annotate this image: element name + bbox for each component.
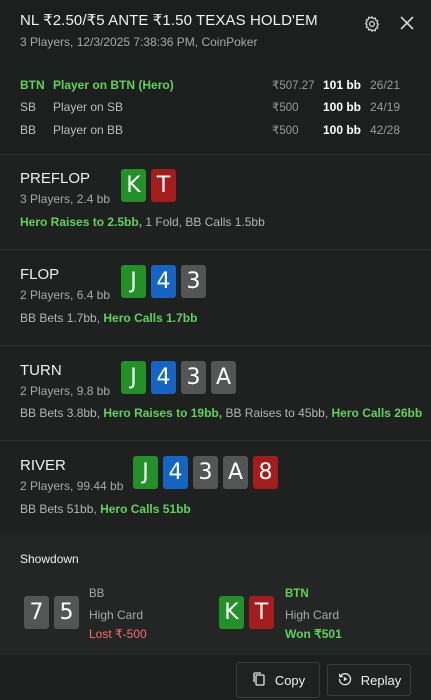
street-name: RIVER	[20, 457, 66, 474]
hero-action: Hero Calls 26bb	[331, 406, 423, 420]
hand-header: NL ₹2.50/₹5 ANTE ₹1.50 TEXAS HOLD'EM 3 P…	[0, 0, 431, 62]
card: 7	[24, 596, 49, 629]
card: 3	[193, 456, 218, 489]
player-stack-bb: 100 bb	[323, 123, 362, 137]
action-text: BB Bets 51bb,	[20, 502, 101, 516]
card: J	[121, 361, 146, 394]
showdown-hand: High Card	[89, 608, 144, 622]
street-action: BB Bets 51bb, Hero Calls 51bb	[20, 502, 191, 516]
card: K	[121, 169, 146, 202]
showdown-panel: Showdown 7 5 BB High Card Lost ₹-500 K T…	[0, 535, 431, 655]
street-preflop: PREFLOP 3 Players, 2.4 bb K T Hero Raise…	[0, 155, 431, 250]
street-info: 2 Players, 9.8 bb	[20, 384, 111, 398]
copy-icon	[251, 671, 267, 690]
showdown-position: BB	[89, 588, 105, 600]
card: T	[151, 169, 176, 202]
close-icon[interactable]	[398, 14, 416, 32]
hero-action: Hero Calls 1.7bb	[103, 311, 198, 325]
street-river: RIVER 2 Players, 99.44 bb J 4 3 A 8 BB B…	[0, 441, 431, 535]
hero-action: Hero Raises to 19bb,	[103, 406, 223, 420]
street-info: 2 Players, 6.4 bb	[20, 288, 111, 302]
card: A	[211, 361, 236, 394]
action-text: BB Bets 1.7bb,	[20, 311, 104, 325]
card: T	[249, 596, 274, 629]
player-row-bb: BB Player on BB ₹500 100 bb 42/28	[0, 120, 431, 142]
card: J	[121, 265, 146, 298]
replay-icon	[337, 671, 353, 690]
players-list: BTN Player on BTN (Hero) ₹507.27 101 bb …	[0, 62, 431, 155]
player-stats: 24/19	[370, 100, 401, 114]
card: 3	[181, 265, 206, 298]
street-name: TURN	[20, 362, 62, 379]
street-name: FLOP	[20, 266, 60, 283]
card: 5	[54, 596, 79, 629]
gear-icon[interactable]	[363, 15, 381, 33]
showdown-title: Showdown	[20, 552, 79, 566]
street-action: BB Bets 1.7bb, Hero Calls 1.7bb	[20, 311, 197, 325]
player-position: BB	[20, 123, 37, 137]
showdown-position: BTN	[285, 588, 309, 600]
player-stack-bb: 101 bb	[323, 78, 362, 92]
action-text: BB Raises to 45bb,	[222, 406, 332, 420]
hand-title: NL ₹2.50/₹5 ANTE ₹1.50 TEXAS HOLD'EM	[20, 12, 318, 29]
card: 4	[151, 361, 176, 394]
player-name: Player on BTN (Hero)	[53, 78, 174, 92]
player-position: BTN	[20, 78, 45, 92]
card: 4	[151, 265, 176, 298]
player-position: SB	[20, 100, 37, 114]
replay-button[interactable]: Replay	[327, 664, 411, 696]
card: 4	[163, 456, 188, 489]
player-stats: 26/21	[370, 78, 401, 92]
card: 3	[181, 361, 206, 394]
player-stats: 42/28	[370, 123, 401, 137]
copy-label: Copy	[274, 672, 306, 688]
action-text: BB Bets 3.8bb,	[20, 406, 104, 420]
player-name: Player on BB	[53, 123, 124, 137]
street-info: 3 Players, 2.4 bb	[20, 192, 111, 206]
player-stack-bb: 100 bb	[323, 100, 362, 114]
street-action: BB Bets 3.8bb, Hero Raises to 19bb, BB R…	[20, 406, 422, 420]
hero-action: Hero Raises to 2.5bb,	[20, 215, 143, 229]
street-name: PREFLOP	[20, 170, 91, 187]
street-flop: FLOP 2 Players, 6.4 bb J 4 3 BB Bets 1.7…	[0, 250, 431, 346]
player-chips: ₹500	[272, 102, 299, 114]
card: A	[223, 456, 248, 489]
street-info: 2 Players, 99.44 bb	[20, 479, 124, 493]
replay-label: Replay	[360, 672, 402, 688]
showdown-hand: High Card	[285, 608, 340, 622]
showdown-result: Lost ₹-500	[89, 627, 147, 641]
player-chips: ₹507.27	[272, 80, 315, 92]
player-row-sb: SB Player on SB ₹500 100 bb 24/19	[0, 97, 431, 119]
player-name: Player on SB	[53, 100, 124, 114]
street-action: Hero Raises to 2.5bb, 1 Fold, BB Calls 1…	[20, 215, 265, 229]
player-chips: ₹500	[272, 125, 299, 137]
card: J	[133, 456, 158, 489]
footer-bar: Copy Replay	[0, 655, 431, 700]
showdown-result: Won ₹501	[285, 627, 342, 641]
street-turn: TURN 2 Players, 9.8 bb J 4 3 A BB Bets 3…	[0, 346, 431, 441]
hero-action: Hero Calls 51bb	[100, 502, 191, 516]
card: K	[219, 596, 244, 629]
copy-button[interactable]: Copy	[236, 662, 320, 698]
action-text: 1 Fold, BB Calls 1.5bb	[142, 215, 265, 229]
card: 8	[253, 456, 278, 489]
player-row-btn: BTN Player on BTN (Hero) ₹507.27 101 bb …	[0, 75, 431, 97]
hand-subtitle: 3 Players, 12/3/2025 7:38:36 PM, CoinPok…	[20, 35, 258, 49]
